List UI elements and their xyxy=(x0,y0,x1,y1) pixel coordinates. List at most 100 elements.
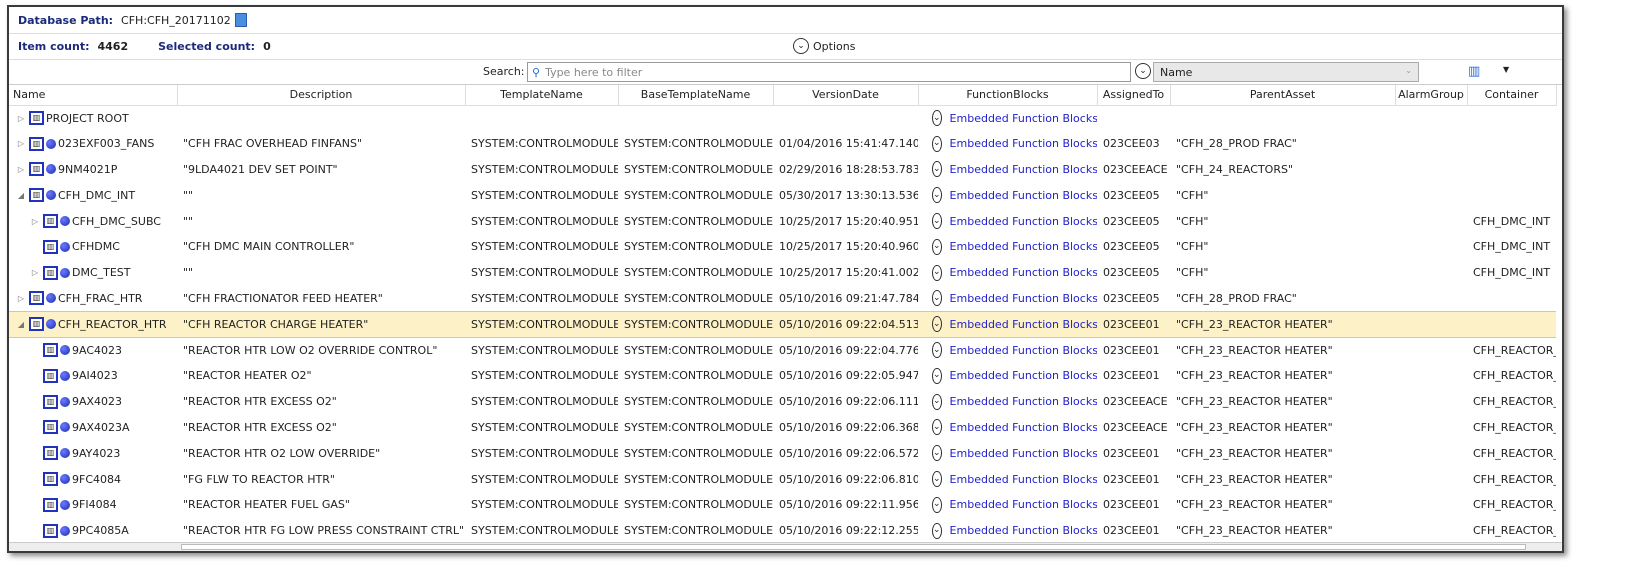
expand-toggle-icon[interactable]: ▷ xyxy=(15,114,27,123)
embedded-function-blocks-link[interactable]: Embedded Function Blocks xyxy=(950,189,1097,202)
embedded-function-blocks-link[interactable]: Embedded Function Blocks xyxy=(950,344,1097,357)
column-chooser-icon[interactable]: ▥ xyxy=(1468,64,1480,79)
chevron-down-icon[interactable]: ⌄ xyxy=(932,342,942,359)
tmpl-cell: SYSTEM:CONTROLMODULE xyxy=(471,472,618,486)
embedded-function-blocks-link[interactable]: Embedded Function Blocks xyxy=(950,498,1097,511)
expand-toggle-icon[interactable]: ▷ xyxy=(29,268,41,277)
embedded-function-blocks-link[interactable]: Embedded Function Blocks xyxy=(950,137,1097,150)
status-dot-icon xyxy=(60,474,70,485)
embedded-function-blocks-link[interactable]: Embedded Function Blocks xyxy=(950,318,1097,331)
column-header-description[interactable]: Description xyxy=(177,85,466,106)
tmpl-cell: SYSTEM:CONTROLMODULE xyxy=(471,524,618,538)
expand-toggle-icon[interactable]: ▷ xyxy=(29,217,41,226)
container-cell xyxy=(1467,105,1556,131)
notebook-icon[interactable] xyxy=(234,13,247,27)
column-header-parentasset[interactable]: ParentAsset xyxy=(1170,85,1396,106)
chevron-down-icon[interactable]: ⌄ xyxy=(932,471,942,488)
status-dot-icon xyxy=(60,422,70,433)
column-header-templatename[interactable]: TemplateName xyxy=(465,85,619,106)
desc-cell: "CFH FRACTIONATOR FEED HEATER" xyxy=(183,291,383,305)
name-cell: ▥ 9AX4023A xyxy=(9,415,177,441)
chevron-down-icon[interactable]: ⌄ xyxy=(932,264,942,281)
embedded-function-blocks-link[interactable]: Embedded Function Blocks xyxy=(950,447,1097,460)
assigned-cell: 023CEE01 xyxy=(1103,524,1160,538)
chevron-down-icon[interactable]: ⌄ xyxy=(932,316,942,333)
desc-cell: "" xyxy=(183,214,194,228)
chevron-down-icon[interactable]: ⌄ xyxy=(932,522,942,539)
embedded-function-blocks-link[interactable]: Embedded Function Blocks xyxy=(950,240,1097,253)
table-row[interactable]: ▥ 9AX4023A "REACTOR HTR EXCESS O2" SYSTEM:… xyxy=(9,415,1556,441)
tmpl-cell: SYSTEM:CONTROLMODULE xyxy=(471,240,618,254)
embedded-function-blocks-link[interactable]: Embedded Function Blocks xyxy=(950,421,1097,434)
table-row[interactable]: ▥ 9FC4084 "FG FLW TO REACTOR HTR" SYSTEM:C… xyxy=(9,466,1556,492)
parent-cell: "CFH_23_REACTOR HEATER" xyxy=(1176,369,1333,383)
chevron-down-icon[interactable]: ⌄ xyxy=(932,290,942,307)
table-row[interactable]: ▷ ▥ 023EXF003_FANS "CFH FRAC OVERHEAD FIN… xyxy=(9,131,1556,157)
table-row[interactable]: ▥ 9AX4023 "REACTOR HTR EXCESS O2" SYSTEM:C… xyxy=(9,389,1556,415)
control-module-icon: ▥ xyxy=(43,368,58,383)
horizontal-scrollbar[interactable] xyxy=(9,542,1562,551)
search-field-select[interactable]: Name ⌄ xyxy=(1153,62,1419,82)
column-header-basetemplatename[interactable]: BaseTemplateName xyxy=(618,85,774,106)
table-row[interactable]: ▥ 9AC4023 "REACTOR HTR LOW O2 OVERRIDE CO… xyxy=(9,337,1556,363)
table-row[interactable]: ▷ ▥ 9NM4021P "9LDA4021 DEV SET POINT" SYST… xyxy=(9,157,1556,183)
expand-toggle-icon[interactable]: ▷ xyxy=(15,294,27,303)
chevron-down-icon[interactable]: ⌄ xyxy=(932,161,942,178)
scrollbar-thumb[interactable] xyxy=(181,544,1526,550)
options-button[interactable]: ⌄ Options xyxy=(793,38,855,54)
dropdown-arrow-icon[interactable]: ▼ xyxy=(1503,65,1509,74)
table-row[interactable]: ▷ ▥ CFH_FRAC_HTR "CFH FRACTIONATOR FEED H… xyxy=(9,286,1556,312)
chevron-down-icon[interactable]: ⌄ xyxy=(932,135,942,152)
table-row[interactable]: ▥ 9AY4023 "REACTOR HTR O2 LOW OVERRIDE" SY… xyxy=(9,440,1556,466)
table-row[interactable]: ◢ ▥ CFH_REACTOR_HTR "CFH REACTOR CHARGE H… xyxy=(9,310,1556,338)
expand-toggle-icon[interactable]: ▷ xyxy=(15,165,27,174)
column-header-alarmgroup[interactable]: AlarmGroup xyxy=(1395,85,1468,106)
chevron-down-icon[interactable]: ⌄ xyxy=(932,445,942,462)
chevron-down-icon[interactable]: ⌄ xyxy=(932,393,942,410)
embedded-function-blocks-link[interactable]: Embedded Function Blocks xyxy=(950,395,1097,408)
chevron-down-icon[interactable]: ⌄ xyxy=(932,213,942,230)
embedded-function-blocks-link[interactable]: Embedded Function Blocks xyxy=(950,369,1097,382)
ver-cell: 05/10/2016 09:22:11.9560 xyxy=(779,498,918,512)
table-row[interactable]: ▷ ▥ CFH_DMC_SUBC "" SYSTEM:CONTROLMODULE SY… xyxy=(9,208,1556,234)
chevron-down-icon[interactable]: ⌄ xyxy=(932,496,942,513)
table-row[interactable]: ▥ 9FI4084 "REACTOR HEATER FUEL GAS" SYSTEM… xyxy=(9,492,1556,518)
table-row[interactable]: ▥ CFHDMC "CFH DMC MAIN CONTROLLER" SYSTEM:… xyxy=(9,234,1556,260)
chevron-down-icon[interactable]: ⌄ xyxy=(932,110,942,127)
function-blocks-cell: ⌄ Embedded Function Blocks xyxy=(918,415,1097,441)
embedded-function-blocks-link[interactable]: Embedded Function Blocks xyxy=(950,524,1097,537)
name-cell: ▷ ▥ CFH_FRAC_HTR xyxy=(9,286,177,312)
column-header-functionblocks[interactable]: FunctionBlocks xyxy=(918,85,1098,106)
column-header-assignedto[interactable]: AssignedTo xyxy=(1097,85,1171,106)
table-row[interactable]: ▥ 9PC4085A "REACTOR HTR FG LOW PRESS CONS… xyxy=(9,518,1556,544)
search-options-chevron-icon[interactable]: ⌄ xyxy=(1135,63,1151,79)
embedded-function-blocks-link[interactable]: Embedded Function Blocks xyxy=(950,163,1097,176)
chevron-down-icon[interactable]: ⌄ xyxy=(932,187,942,204)
embedded-function-blocks-link[interactable]: Embedded Function Blocks xyxy=(950,215,1097,228)
desc-cell: "REACTOR HTR EXCESS O2" xyxy=(183,420,337,434)
embedded-function-blocks-link[interactable]: Embedded Function Blocks xyxy=(950,266,1097,279)
parent-cell: "CFH_23_REACTOR HEATER" xyxy=(1176,395,1333,409)
function-blocks-cell: ⌄ Embedded Function Blocks xyxy=(918,131,1097,157)
column-header-versiondate[interactable]: VersionDate xyxy=(773,85,919,106)
embedded-function-blocks-link[interactable]: Embedded Function Blocks xyxy=(950,112,1097,125)
table-row[interactable]: ▥ 9AI4023 "REACTOR HEATER O2" SYSTEM:CONTR… xyxy=(9,363,1556,389)
table-row[interactable]: ▷ ▥ DMC_TEST "" SYSTEM:CONTROLMODULE SYSTEM… xyxy=(9,260,1556,286)
expand-toggle-icon[interactable]: ◢ xyxy=(15,320,27,329)
name-cell: ▥ 9AY4023 xyxy=(9,440,177,466)
column-header-name[interactable]: Name xyxy=(9,85,178,106)
table-row[interactable]: ◢ ▥ CFH_DMC_INT "" SYSTEM:CONTROLMODULE SYS… xyxy=(9,182,1556,208)
table-row[interactable]: ▷ ▥ PROJECT ROOT ⌄ Embedded Function Block… xyxy=(9,105,1556,131)
desc-cell xyxy=(177,105,465,131)
expand-toggle-icon[interactable]: ◢ xyxy=(15,191,27,200)
chevron-down-icon[interactable]: ⌄ xyxy=(932,238,942,255)
chevron-down-icon[interactable]: ⌄ xyxy=(932,367,942,384)
embedded-function-blocks-link[interactable]: Embedded Function Blocks xyxy=(950,292,1097,305)
chevron-down-icon[interactable]: ⌄ xyxy=(932,419,942,436)
column-header-container[interactable]: Container xyxy=(1467,85,1557,106)
expand-toggle-icon[interactable]: ▷ xyxy=(15,139,27,148)
ver-cell: 05/10/2016 09:22:06.5720 xyxy=(779,446,918,460)
embedded-function-blocks-link[interactable]: Embedded Function Blocks xyxy=(950,473,1097,486)
parent-cell: "CFH_23_REACTOR HEATER" xyxy=(1176,498,1333,512)
search-input[interactable]: ⚲ Type here to filter xyxy=(527,62,1131,82)
